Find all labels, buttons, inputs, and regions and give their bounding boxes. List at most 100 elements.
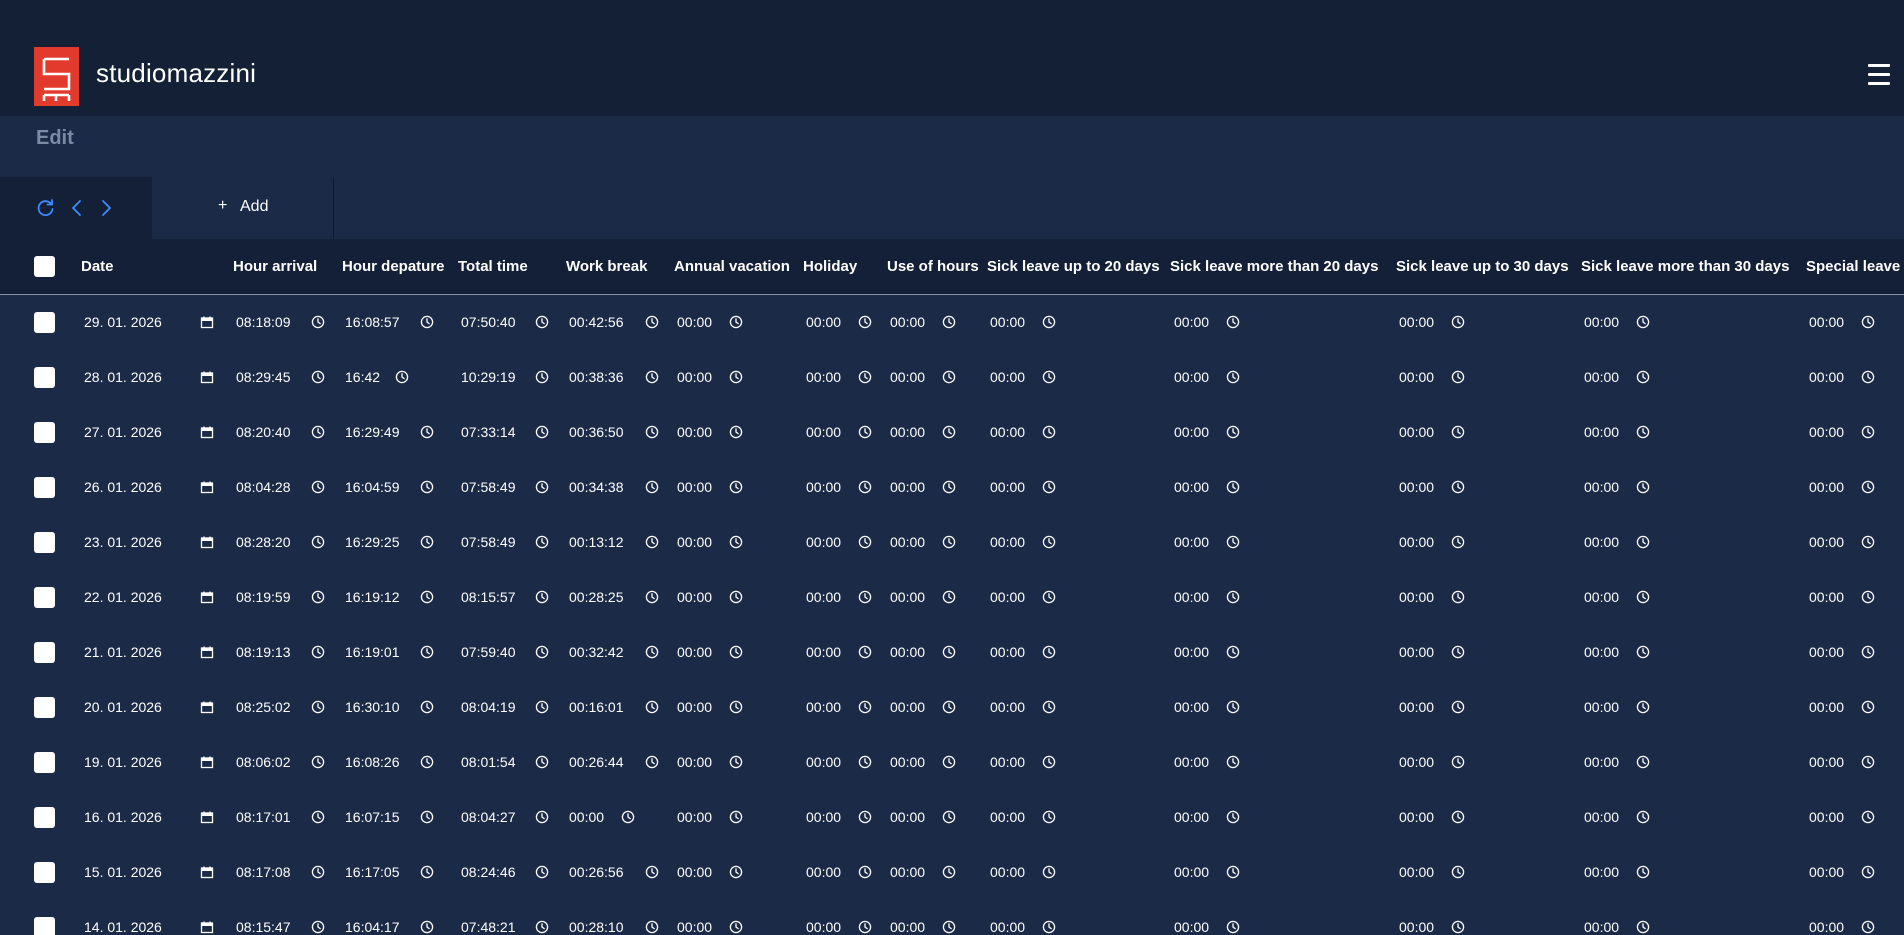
- time-field[interactable]: 00:00: [1809, 479, 1844, 495]
- column-header[interactable]: Date: [81, 258, 114, 275]
- column-header[interactable]: Sick leave up to 20 days: [987, 258, 1160, 275]
- time-field[interactable]: 00:00: [1584, 919, 1619, 935]
- time-field[interactable]: 08:06:02: [236, 754, 291, 770]
- chevron-right-icon[interactable]: [96, 198, 116, 218]
- time-field[interactable]: 00:00: [1399, 644, 1434, 660]
- clock-icon[interactable]: [858, 370, 872, 384]
- calendar-icon[interactable]: [200, 535, 214, 549]
- clock-icon[interactable]: [535, 645, 549, 659]
- clock-icon[interactable]: [1861, 810, 1875, 824]
- clock-icon[interactable]: [1226, 535, 1240, 549]
- date-field[interactable]: 15. 01. 2026: [84, 864, 162, 880]
- clock-icon[interactable]: [420, 700, 434, 714]
- time-field[interactable]: 00:00: [806, 369, 841, 385]
- clock-icon[interactable]: [1451, 370, 1465, 384]
- time-field[interactable]: 00:00: [569, 809, 604, 825]
- time-field[interactable]: 08:18:09: [236, 314, 291, 330]
- time-field[interactable]: 00:00: [1584, 589, 1619, 605]
- clock-icon[interactable]: [942, 645, 956, 659]
- clock-icon[interactable]: [420, 480, 434, 494]
- time-field[interactable]: 08:04:27: [461, 809, 516, 825]
- time-field[interactable]: 00:00: [1584, 314, 1619, 330]
- time-field[interactable]: 00:00: [1399, 754, 1434, 770]
- clock-icon[interactable]: [395, 370, 409, 384]
- time-field[interactable]: 00:00: [1809, 699, 1844, 715]
- brand-name[interactable]: studiomazzini: [96, 58, 256, 89]
- clock-icon[interactable]: [1042, 590, 1056, 604]
- column-header[interactable]: Sick leave more than 30 days: [1581, 258, 1789, 275]
- row-checkbox[interactable]: [34, 477, 55, 498]
- time-field[interactable]: 00:00: [1584, 644, 1619, 660]
- row-checkbox[interactable]: [34, 807, 55, 828]
- time-field[interactable]: 00:38:36: [569, 369, 624, 385]
- clock-icon[interactable]: [1451, 425, 1465, 439]
- clock-icon[interactable]: [1042, 425, 1056, 439]
- time-field[interactable]: 00:00: [806, 864, 841, 880]
- time-field[interactable]: 00:00: [1809, 644, 1844, 660]
- clock-icon[interactable]: [1451, 755, 1465, 769]
- time-field[interactable]: 00:00: [1809, 809, 1844, 825]
- time-field[interactable]: 00:34:38: [569, 479, 624, 495]
- clock-icon[interactable]: [645, 865, 659, 879]
- calendar-icon[interactable]: [200, 590, 214, 604]
- clock-icon[interactable]: [729, 535, 743, 549]
- time-field[interactable]: 00:00: [1399, 369, 1434, 385]
- clock-icon[interactable]: [311, 920, 325, 934]
- time-field[interactable]: 00:00: [677, 699, 712, 715]
- clock-icon[interactable]: [729, 645, 743, 659]
- clock-icon[interactable]: [1636, 425, 1650, 439]
- time-field[interactable]: 00:00: [1174, 864, 1209, 880]
- clock-icon[interactable]: [1451, 865, 1465, 879]
- clock-icon[interactable]: [645, 425, 659, 439]
- clock-icon[interactable]: [942, 480, 956, 494]
- time-field[interactable]: 00:00: [1399, 589, 1434, 605]
- time-field[interactable]: 00:42:56: [569, 314, 624, 330]
- time-field[interactable]: 00:00: [1174, 644, 1209, 660]
- clock-icon[interactable]: [1861, 425, 1875, 439]
- time-field[interactable]: 00:00: [990, 534, 1025, 550]
- clock-icon[interactable]: [942, 700, 956, 714]
- row-checkbox[interactable]: [34, 367, 55, 388]
- time-field[interactable]: 00:00: [890, 809, 925, 825]
- clock-icon[interactable]: [420, 535, 434, 549]
- clock-icon[interactable]: [311, 645, 325, 659]
- calendar-icon[interactable]: [200, 425, 214, 439]
- time-field[interactable]: 00:00: [990, 644, 1025, 660]
- table-row[interactable]: 19. 01. 2026 08:06:02 16:08:26 08:01:54 00:2…: [0, 735, 1904, 790]
- clock-icon[interactable]: [1042, 370, 1056, 384]
- clock-icon[interactable]: [858, 810, 872, 824]
- table-row[interactable]: 14. 01. 2026 08:15:47 16:04:17 07:48:21 00:2…: [0, 900, 1904, 935]
- time-field[interactable]: 16:29:49: [345, 424, 400, 440]
- time-field[interactable]: 00:00: [990, 809, 1025, 825]
- clock-icon[interactable]: [858, 535, 872, 549]
- clock-icon[interactable]: [858, 645, 872, 659]
- clock-icon[interactable]: [1226, 755, 1240, 769]
- column-header[interactable]: Special leave: [1806, 258, 1900, 275]
- clock-icon[interactable]: [645, 315, 659, 329]
- clock-icon[interactable]: [1636, 590, 1650, 604]
- clock-icon[interactable]: [1042, 810, 1056, 824]
- clock-icon[interactable]: [1636, 480, 1650, 494]
- time-field[interactable]: 00:00: [1584, 369, 1619, 385]
- clock-icon[interactable]: [311, 315, 325, 329]
- column-header[interactable]: Total time: [458, 258, 528, 275]
- time-field[interactable]: 00:00: [677, 479, 712, 495]
- time-field[interactable]: 08:24:46: [461, 864, 516, 880]
- time-field[interactable]: 00:00: [1174, 919, 1209, 935]
- clock-icon[interactable]: [645, 645, 659, 659]
- time-field[interactable]: 00:00: [1809, 369, 1844, 385]
- time-field[interactable]: 08:25:02: [236, 699, 291, 715]
- time-field[interactable]: 07:58:49: [461, 479, 516, 495]
- time-field[interactable]: 00:00: [1584, 424, 1619, 440]
- time-field[interactable]: 00:00: [990, 479, 1025, 495]
- time-field[interactable]: 16:19:12: [345, 589, 400, 605]
- clock-icon[interactable]: [1226, 645, 1240, 659]
- clock-icon[interactable]: [535, 700, 549, 714]
- time-field[interactable]: 16:08:57: [345, 314, 400, 330]
- time-field[interactable]: 00:00: [677, 534, 712, 550]
- clock-icon[interactable]: [729, 810, 743, 824]
- clock-icon[interactable]: [858, 700, 872, 714]
- time-field[interactable]: 00:00: [677, 809, 712, 825]
- time-field[interactable]: 00:00: [1174, 534, 1209, 550]
- clock-icon[interactable]: [311, 590, 325, 604]
